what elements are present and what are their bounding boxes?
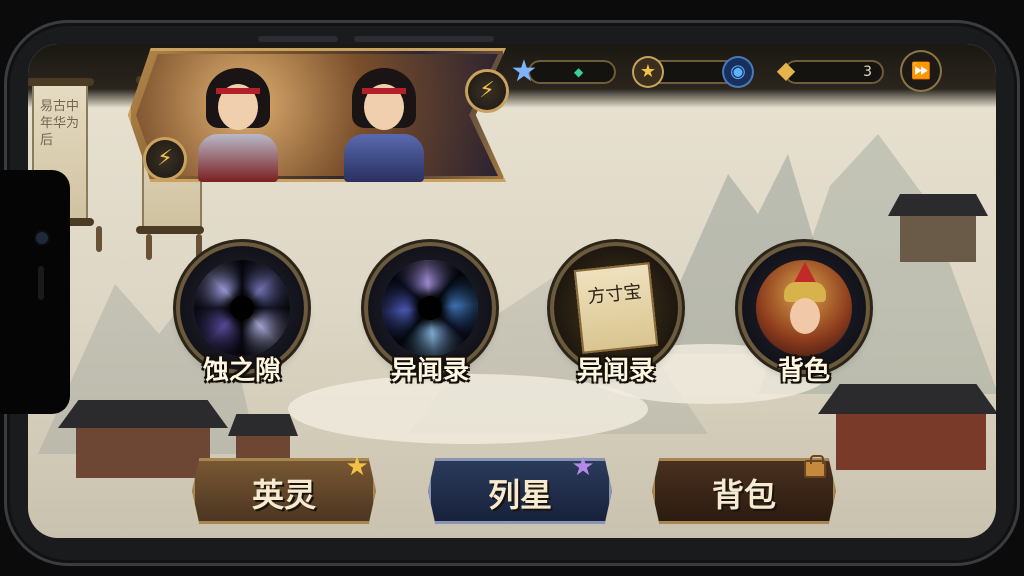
phone-side-button <box>354 36 494 42</box>
phone-side-button <box>258 36 338 42</box>
node-chronicle-2-label: 异闻录 <box>576 356 655 386</box>
scroll-calligraphy: 易古中年华为后 <box>40 99 80 148</box>
hero-portrait-1 <box>192 62 284 182</box>
scroll-text: 方寸宝 <box>586 281 643 308</box>
hero-portrait-2 <box>338 62 430 182</box>
gold-gem-icon: ◆ <box>776 56 796 84</box>
star-gold-icon: ★ <box>634 58 662 86</box>
scroll-icon: 方寸宝 <box>573 262 659 354</box>
speaker <box>38 266 44 300</box>
tassel <box>96 226 102 252</box>
hero-portrait-icon <box>756 260 852 356</box>
camera <box>36 232 48 244</box>
skip-button[interactable]: ⏩ <box>902 52 940 90</box>
star-blue-icon: ★ <box>510 54 538 89</box>
star-purple-icon: ★ <box>571 452 595 482</box>
star-gold-icon: ★ <box>345 452 369 482</box>
bolt-icon[interactable]: ⚡ <box>146 140 184 178</box>
blue-orb-icon: ◉ <box>724 58 752 86</box>
game-screen: 易古中年华为后 ⚡ ⚡ ◆ ★ ★ ◉ 3 ◆ ⏩ 蚀之隙 异闻录 方寸宝 异闻… <box>28 44 996 538</box>
gem-value: 3 <box>863 64 872 80</box>
vortex-blue-icon <box>382 260 478 356</box>
tassel <box>146 234 152 260</box>
node-rift-label: 蚀之隙 <box>202 356 281 386</box>
diamond-green-icon: ◆ <box>574 65 584 79</box>
bolt-icon[interactable]: ⚡ <box>468 72 506 110</box>
vortex-purple-icon <box>194 260 290 356</box>
tassel <box>196 234 202 260</box>
node-chronicle-1-label: 异闻录 <box>390 356 469 386</box>
star-resource-pill: ◆ <box>528 60 616 84</box>
node-hero-label: 背色 <box>777 356 830 386</box>
bag-icon <box>800 452 830 482</box>
phone-notch <box>0 170 70 414</box>
hero-banner[interactable] <box>128 48 506 182</box>
